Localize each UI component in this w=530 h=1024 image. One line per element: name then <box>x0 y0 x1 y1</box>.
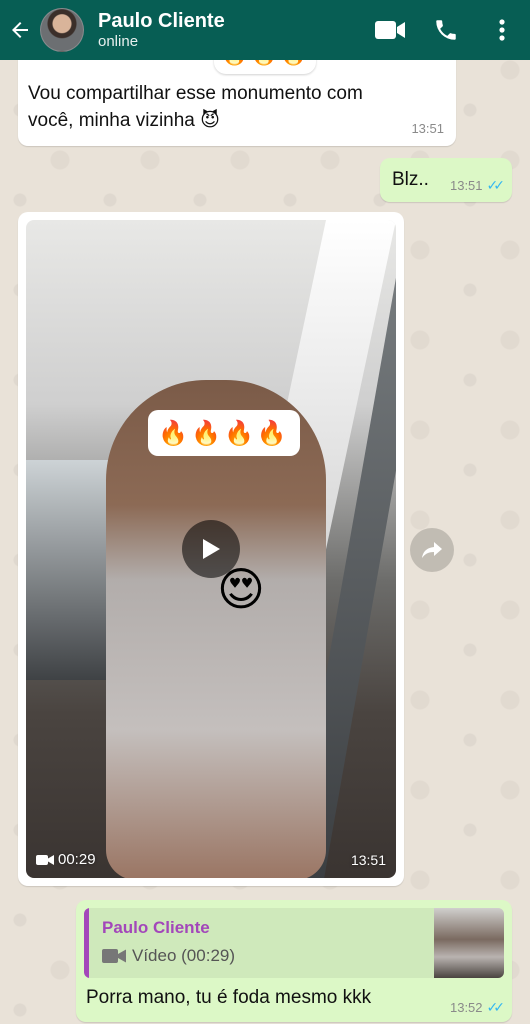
message-meta: 13:51 ✓✓ <box>449 177 506 194</box>
message-outgoing-reply[interactable]: Paulo Cliente Vídeo (00:29) Porra mano, … <box>76 900 512 1022</box>
voice-call-button[interactable] <box>418 0 474 60</box>
back-arrow-icon <box>12 22 28 38</box>
quote-thumbnail <box>434 908 504 978</box>
video-thumbnail[interactable]: 🔥🔥🔥🔥 😍 00:29 13:51 <box>26 220 396 878</box>
video-call-button[interactable] <box>362 0 418 60</box>
message-text: Porra mano, tu é foda mesmo kkk <box>86 987 372 1008</box>
forward-button[interactable] <box>410 528 454 572</box>
video-duration: 00:29 <box>36 851 96 868</box>
message-text: Vou compartilhar esse monumento com você… <box>28 83 363 131</box>
forward-icon <box>422 542 442 558</box>
contact-name: Paulo Cliente <box>98 10 225 32</box>
video-camera-icon <box>36 854 54 865</box>
chat-header: Paulo Cliente online <box>0 0 530 60</box>
play-icon <box>203 539 220 559</box>
quote-content: Vídeo (00:29) <box>102 946 235 966</box>
more-options-button[interactable] <box>474 0 530 60</box>
message-list[interactable]: Vou compartilhar esse monumento com você… <box>0 34 530 1024</box>
quote-author: Paulo Cliente <box>102 918 210 937</box>
sticker-emoji: 😍 <box>217 563 265 615</box>
contact-status: online <box>98 33 139 50</box>
message-time: 13:51 <box>350 852 386 868</box>
quote-text: Vídeo (00:29) <box>132 946 236 965</box>
message-outgoing[interactable]: Blz.. 13:51 ✓✓ <box>380 158 512 202</box>
read-ticks-icon: ✓✓ <box>486 177 506 193</box>
message-video[interactable]: 🔥🔥🔥🔥 😍 00:29 13:51 <box>18 212 404 886</box>
message-time: 13:51 <box>411 121 444 136</box>
video-call-icon <box>375 21 405 39</box>
contact-info[interactable]: Paulo Cliente online <box>98 10 362 50</box>
message-time: 13:51 <box>449 178 483 193</box>
video-overlay-text: 🔥🔥🔥🔥 <box>148 410 300 456</box>
read-ticks-icon: ✓✓ <box>486 999 506 1015</box>
message-time: 13:52 <box>449 1000 483 1015</box>
message-text: Blz.. <box>392 169 429 190</box>
more-vert-icon <box>499 19 505 41</box>
video-camera-icon <box>102 949 126 963</box>
video-duration-text: 00:29 <box>58 851 96 868</box>
contact-avatar[interactable] <box>40 8 84 52</box>
back-button[interactable] <box>0 0 40 60</box>
quoted-message[interactable]: Paulo Cliente Vídeo (00:29) <box>84 908 504 978</box>
message-meta: 13:52 ✓✓ <box>449 999 506 1016</box>
phone-icon <box>436 20 456 40</box>
quote-accent-bar <box>84 908 89 978</box>
